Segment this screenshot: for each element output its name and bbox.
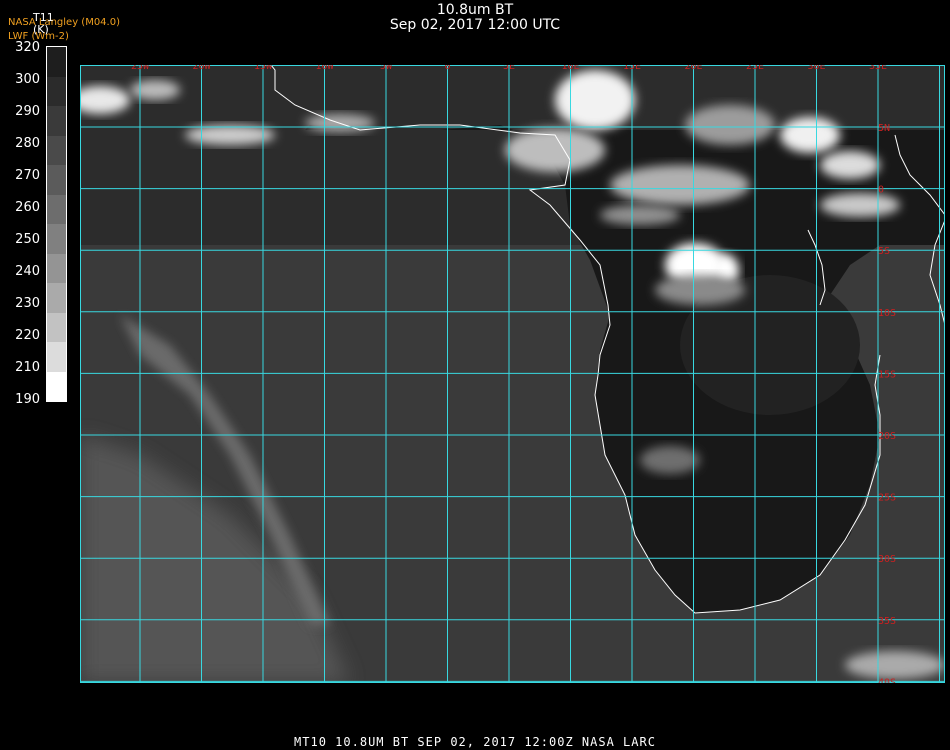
latitude-label: 5N: [878, 123, 890, 134]
colorbar-segment: [47, 283, 66, 313]
colorbar-tick-label: 280: [15, 136, 40, 151]
colorbar-segment: [47, 47, 66, 77]
colorbar-segment: [47, 165, 66, 195]
colorbar-tick-label: 270: [15, 168, 40, 183]
colorbar-tick-label: 190: [15, 392, 40, 407]
latitude-label: 25S: [878, 493, 896, 504]
colorbar-segment: [47, 312, 66, 343]
colorbar-segment: [47, 371, 66, 402]
source-tag: NASA Langley (M04.0): [8, 17, 120, 28]
colorbar-segment: [47, 253, 66, 284]
latitude-label: 35S: [878, 616, 896, 627]
latitude-label: 20S: [878, 431, 896, 442]
latitude-label: 30S: [878, 554, 896, 565]
longitude-label: 30E: [807, 65, 825, 72]
colorbar-segment: [47, 342, 66, 372]
footer-caption: MT10 10.8UM BT SEP 02, 2017 12:00Z NASA …: [294, 735, 656, 749]
longitude-label: 10W: [315, 65, 334, 72]
longitude-label: 20W: [192, 65, 211, 72]
longitude-label: 0: [444, 65, 450, 72]
latitude-label: 0: [878, 185, 884, 196]
longitude-label: 25E: [746, 65, 764, 72]
map-title: 10.8um BT: [436, 2, 514, 18]
colorbar-segment: [47, 76, 66, 107]
colorbar-tick-label: 260: [15, 200, 40, 215]
satellite-map: 25W 20W 15W 10W 5W 0 5E 10E 15E 20E 25E 30E 35E 5N 0 5S…: [80, 65, 945, 683]
latitude-label: 15S: [878, 369, 896, 380]
colorbar-segment: [47, 224, 66, 254]
colorbar-unit: (K): [33, 23, 49, 36]
longitude-label: 25W: [131, 65, 150, 72]
colorbar-tick-label: 240: [15, 264, 40, 279]
colorbar-segment: [47, 135, 66, 166]
colorbar-segment: [47, 106, 66, 136]
latitude-label: 40S: [878, 677, 896, 683]
colorbar: [46, 46, 67, 402]
map-timestamp: Sep 02, 2017 12:00 UTC: [389, 17, 561, 33]
colorbar-tick-label: 210: [15, 360, 40, 375]
colorbar-segment: [47, 194, 66, 225]
longitude-label: 35E: [869, 65, 887, 72]
longitude-label: 5W: [380, 65, 393, 72]
colorbar-tick-label: 290: [15, 104, 40, 119]
colorbar-tick-label: 250: [15, 232, 40, 247]
longitude-label: 15W: [254, 65, 273, 72]
colorbar-tick-label: 220: [15, 328, 40, 343]
longitude-label: 20E: [684, 65, 702, 72]
longitude-label: 10E: [561, 65, 579, 72]
colorbar-tick-label: 320: [15, 40, 40, 55]
longitude-label: 15E: [623, 65, 641, 72]
colorbar-tick-label: 300: [15, 72, 40, 87]
latitude-label: 5S: [878, 246, 890, 257]
latitude-label: 10S: [878, 308, 896, 319]
colorbar-tick-label: 230: [15, 296, 40, 311]
longitude-label: 5E: [503, 65, 515, 72]
